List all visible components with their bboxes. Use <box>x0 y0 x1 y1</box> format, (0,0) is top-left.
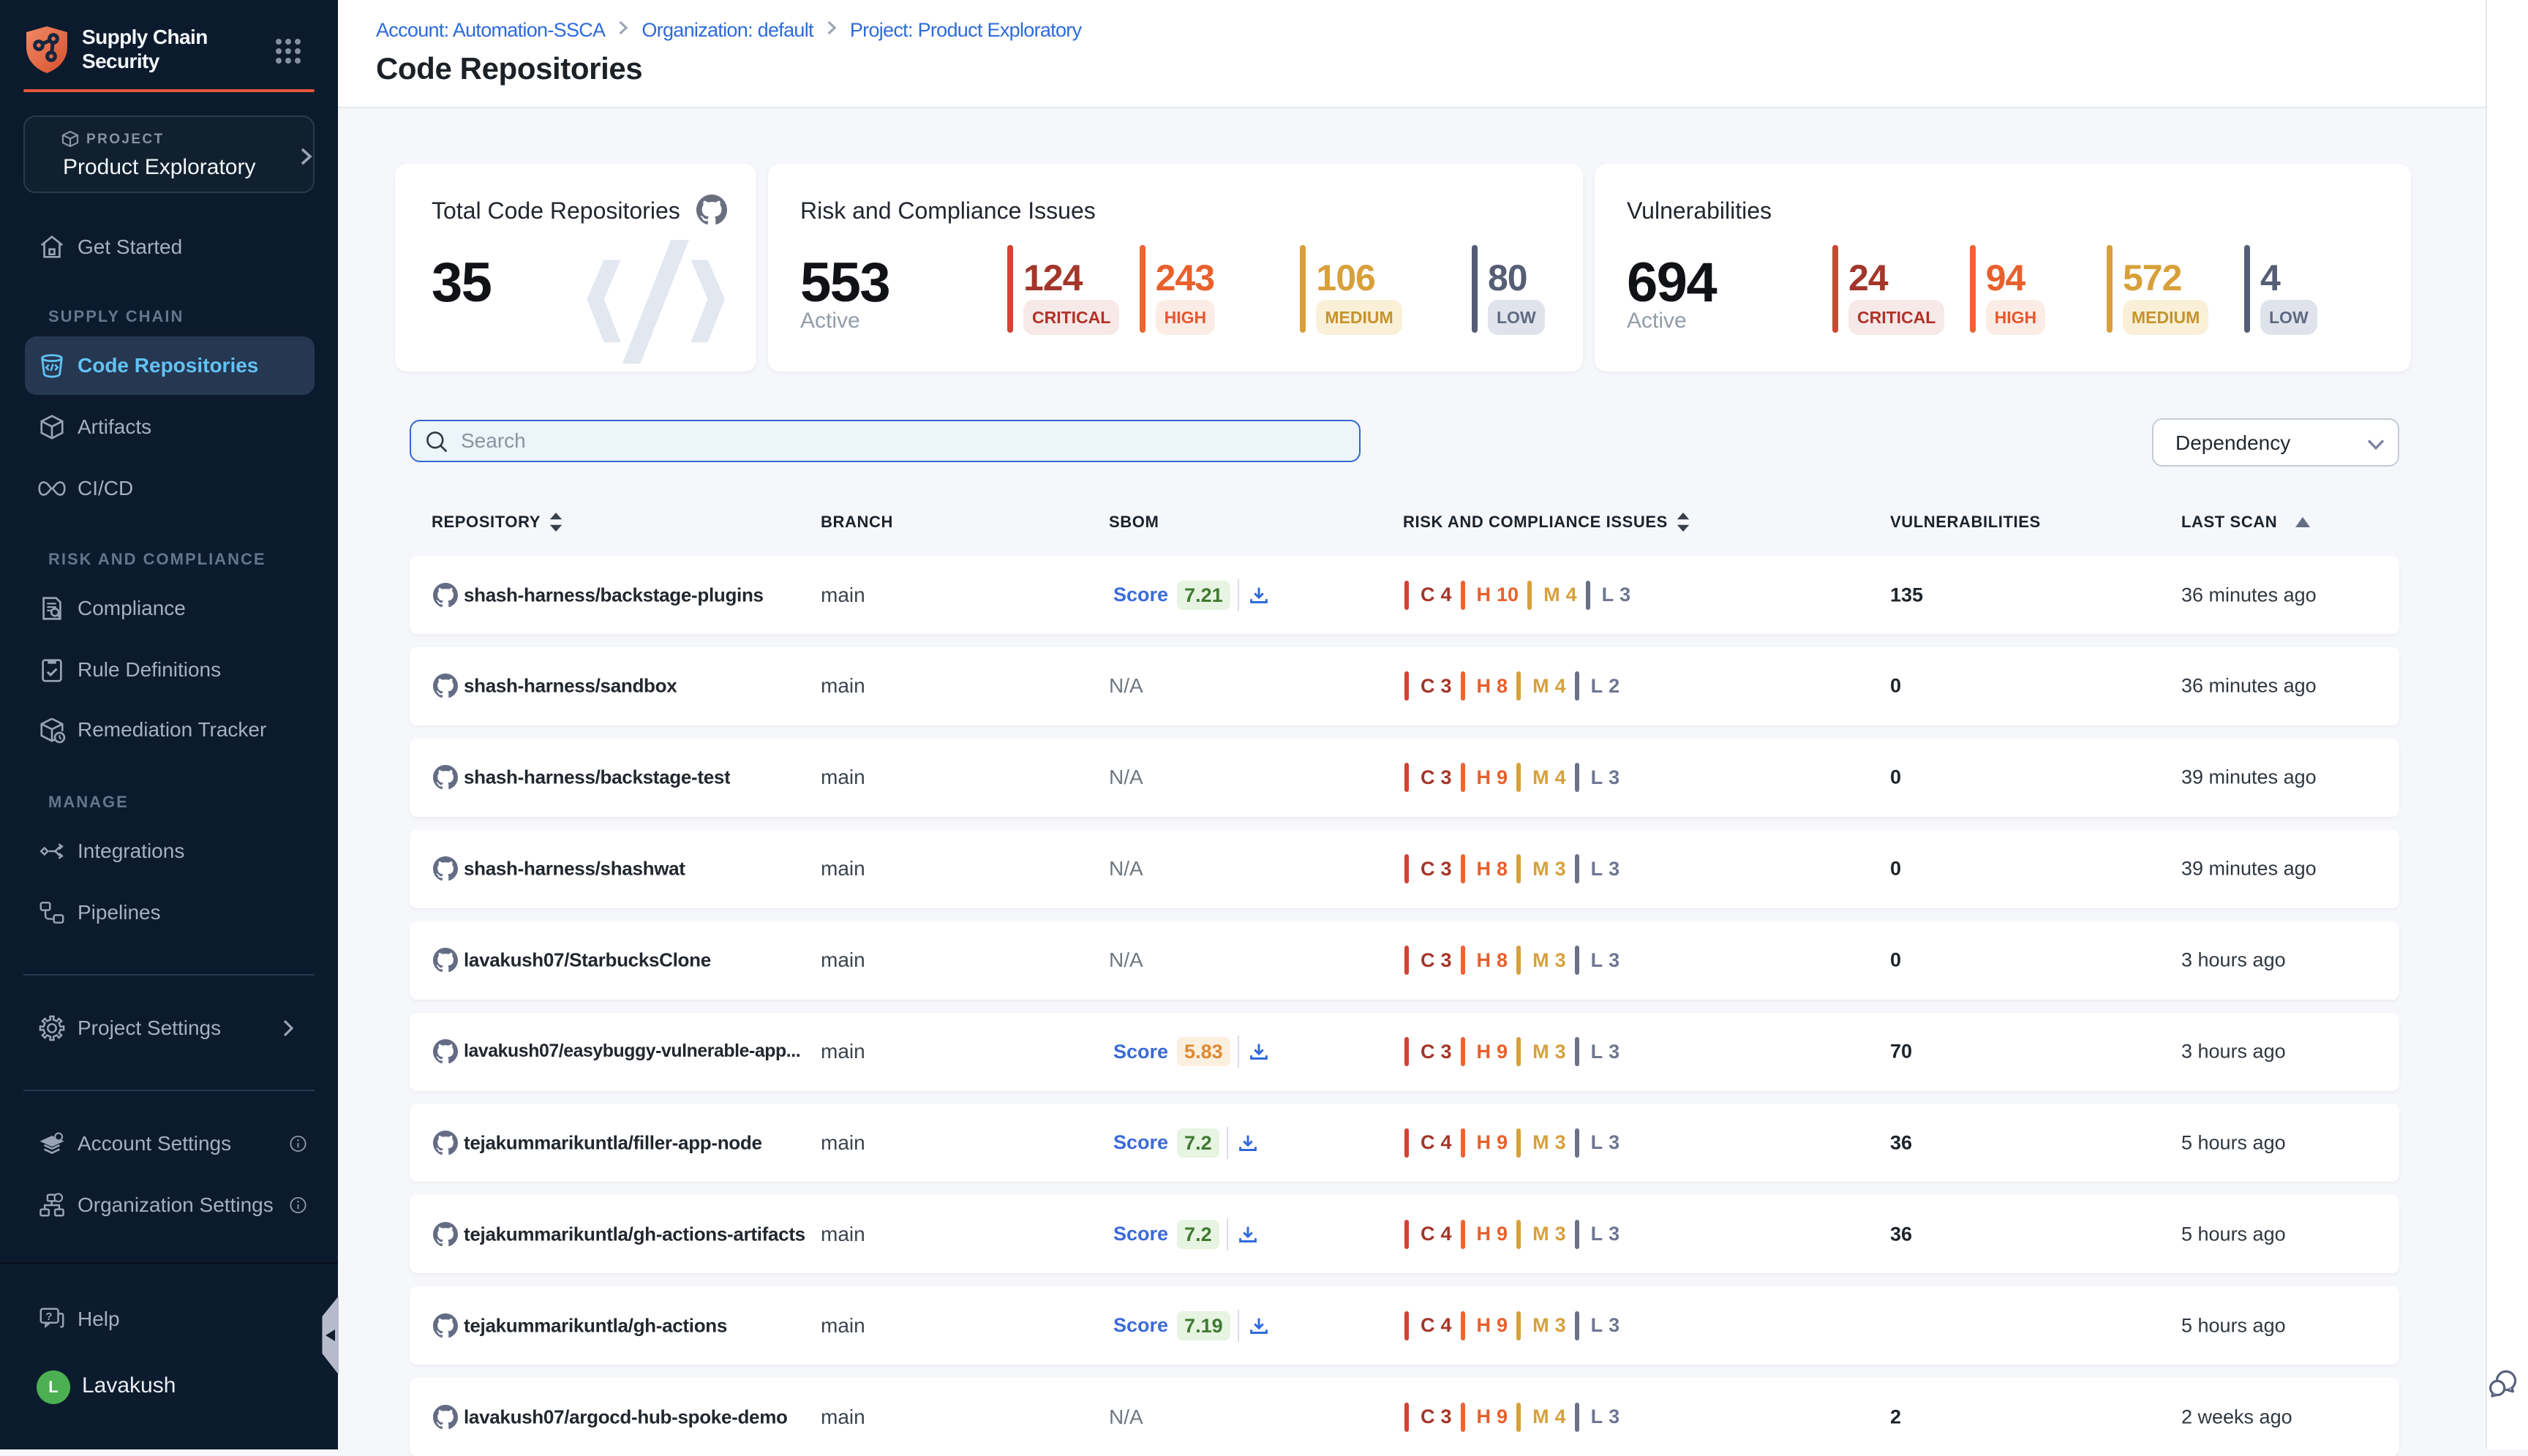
svg-text:?: ? <box>45 1310 52 1323</box>
